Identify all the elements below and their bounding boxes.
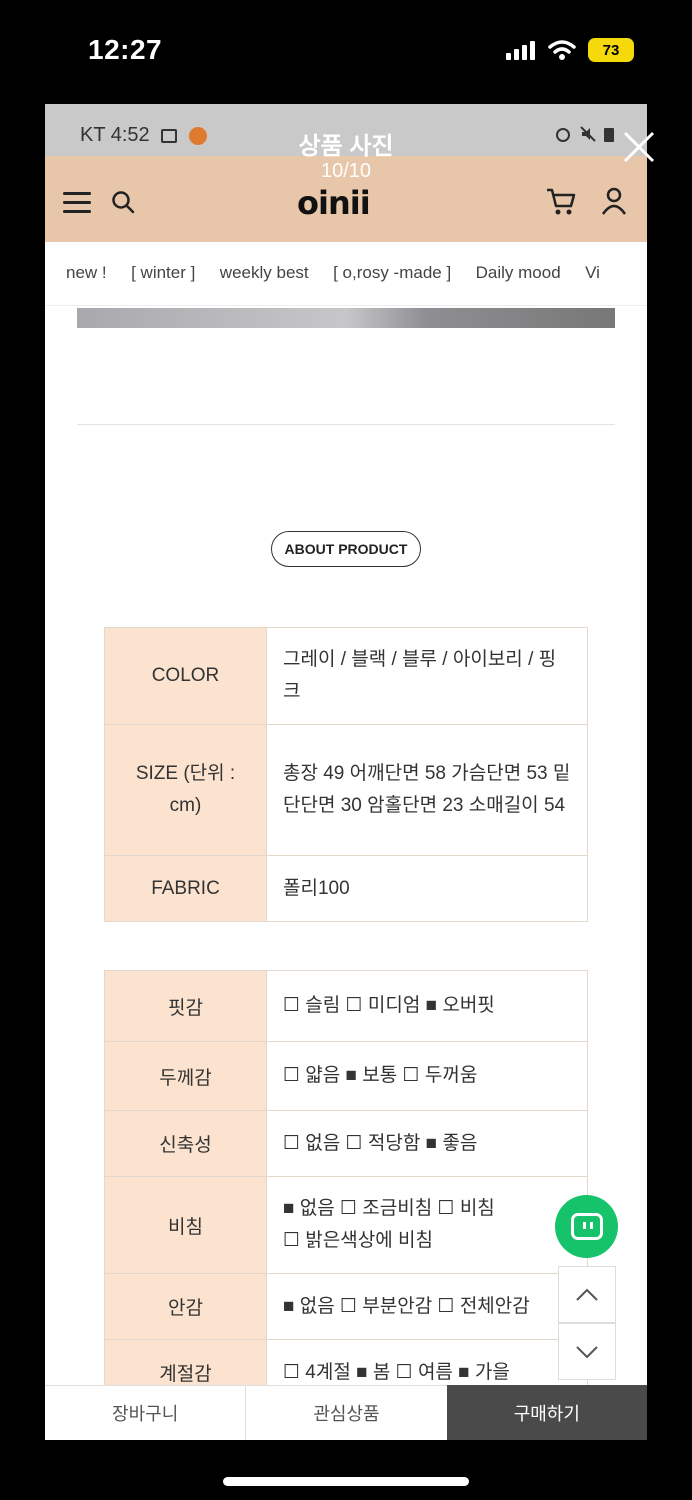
nav-item-daily-mood[interactable]: Daily mood	[476, 263, 561, 283]
photo-counter: 10/10	[320, 160, 372, 182]
feature-value: ☐ 없음 ☐ 적당함 ■ 좋음	[266, 1110, 588, 1177]
site-logo[interactable]: oinii	[297, 184, 371, 222]
cart-icon[interactable]	[545, 186, 577, 216]
feature-value: ■ 없음 ☐ 부분안감 ☐ 전체안감	[266, 1273, 588, 1340]
table-row: FABRIC 폴리100	[104, 855, 588, 922]
hamburger-menu-icon[interactable]	[63, 192, 91, 214]
nav-item-vi[interactable]: Vi	[585, 263, 600, 283]
ios-clock: 12:27	[88, 34, 163, 65]
table-row: SIZE (단위 : cm) 총장 49 어깨단면 58 가슴단면 53 밑단단…	[104, 724, 588, 856]
spec-table: COLOR 그레이 / 블랙 / 블루 / 아이보리 / 핑크 SIZE (단위…	[104, 627, 588, 922]
search-icon[interactable]	[111, 190, 135, 214]
chat-button[interactable]	[555, 1195, 618, 1258]
nav-item-new[interactable]: new !	[66, 263, 107, 283]
wifi-icon	[548, 40, 576, 60]
feature-value: ☐ 슬림 ☐ 미디엄 ■ 오버핏	[266, 970, 588, 1042]
table-row: 핏감 ☐ 슬림 ☐ 미디엄 ■ 오버핏	[104, 970, 588, 1042]
feature-key: 비침	[104, 1176, 267, 1274]
table-row: 안감 ■ 없음 ☐ 부분안감 ☐ 전체안감	[104, 1273, 588, 1340]
scroll-down-button[interactable]	[558, 1323, 616, 1380]
spec-value: 총장 49 어깨단면 58 가슴단면 53 밑단단면 30 암홀단면 23 소매…	[266, 724, 588, 856]
spec-key: COLOR	[104, 627, 267, 725]
close-icon[interactable]	[622, 130, 656, 164]
bottom-action-bar: 장바구니 관심상품 구매하기	[45, 1385, 647, 1440]
chevron-down-icon	[576, 1345, 598, 1358]
table-row: COLOR 그레이 / 블랙 / 블루 / 아이보리 / 핑크	[104, 627, 588, 725]
buy-button[interactable]: 구매하기	[446, 1385, 647, 1440]
spec-value: 그레이 / 블랙 / 블루 / 아이보리 / 핑크	[266, 627, 588, 725]
feature-value: ■ 없음 ☐ 조금비침 ☐ 비침 ☐ 밝은색상에 비침	[266, 1176, 588, 1274]
spec-key: SIZE (단위 : cm)	[104, 724, 267, 856]
spec-key: FABRIC	[104, 855, 267, 922]
about-product-label: ABOUT PRODUCT	[271, 531, 421, 567]
viewer-title: 상품 사진	[298, 133, 394, 160]
feature-key: 핏감	[104, 970, 267, 1042]
photo-viewer-screen: 12:27 73 KT 4:52 oinii new ! [winter] …	[0, 0, 692, 1500]
feature-value: ☐ 얇음 ■ 보통 ☐ 두꺼움	[266, 1041, 588, 1111]
product-image-bottom	[77, 308, 615, 328]
chat-icon	[570, 1213, 603, 1240]
section-divider	[77, 424, 615, 425]
user-icon[interactable]	[600, 186, 628, 216]
wishlist-button[interactable]: 관심상품	[245, 1385, 447, 1440]
nav-item-weekly-best[interactable]: weekly best	[220, 263, 309, 283]
feature-key: 두께감	[104, 1041, 267, 1111]
spec-value: 폴리100	[266, 855, 588, 922]
home-indicator[interactable]	[223, 1477, 469, 1486]
chevron-up-icon	[576, 1288, 598, 1301]
battery-indicator: 73	[588, 38, 634, 62]
table-row: 신축성 ☐ 없음 ☐ 적당함 ■ 좋음	[104, 1110, 588, 1177]
cart-button[interactable]: 장바구니	[45, 1385, 246, 1440]
feature-key: 안감	[104, 1273, 267, 1340]
table-row: 비침 ■ 없음 ☐ 조금비침 ☐ 비침 ☐ 밝은색상에 비침	[104, 1176, 588, 1274]
nav-item-winter[interactable]: [ winter ]	[131, 263, 195, 283]
product-screenshot: KT 4:52 oinii new ! [winter] weekly be…	[45, 104, 647, 1440]
cellular-signal-icon	[506, 41, 535, 60]
feature-key: 신축성	[104, 1110, 267, 1177]
ios-status-icons: 73	[506, 38, 634, 62]
nav-item-orosy-made[interactable]: [ o,rosy -made ]	[333, 263, 451, 283]
category-nav: new ! [ winter ] weekly best [ o,rosy -m…	[45, 242, 647, 306]
scroll-up-button[interactable]	[558, 1266, 616, 1323]
table-row: 두께감 ☐ 얇음 ■ 보통 ☐ 두꺼움	[104, 1041, 588, 1111]
feature-table: 핏감 ☐ 슬림 ☐ 미디엄 ■ 오버핏 두께감 ☐ 얇음 ■ 보통 ☐ 두꺼움 …	[104, 970, 588, 1406]
